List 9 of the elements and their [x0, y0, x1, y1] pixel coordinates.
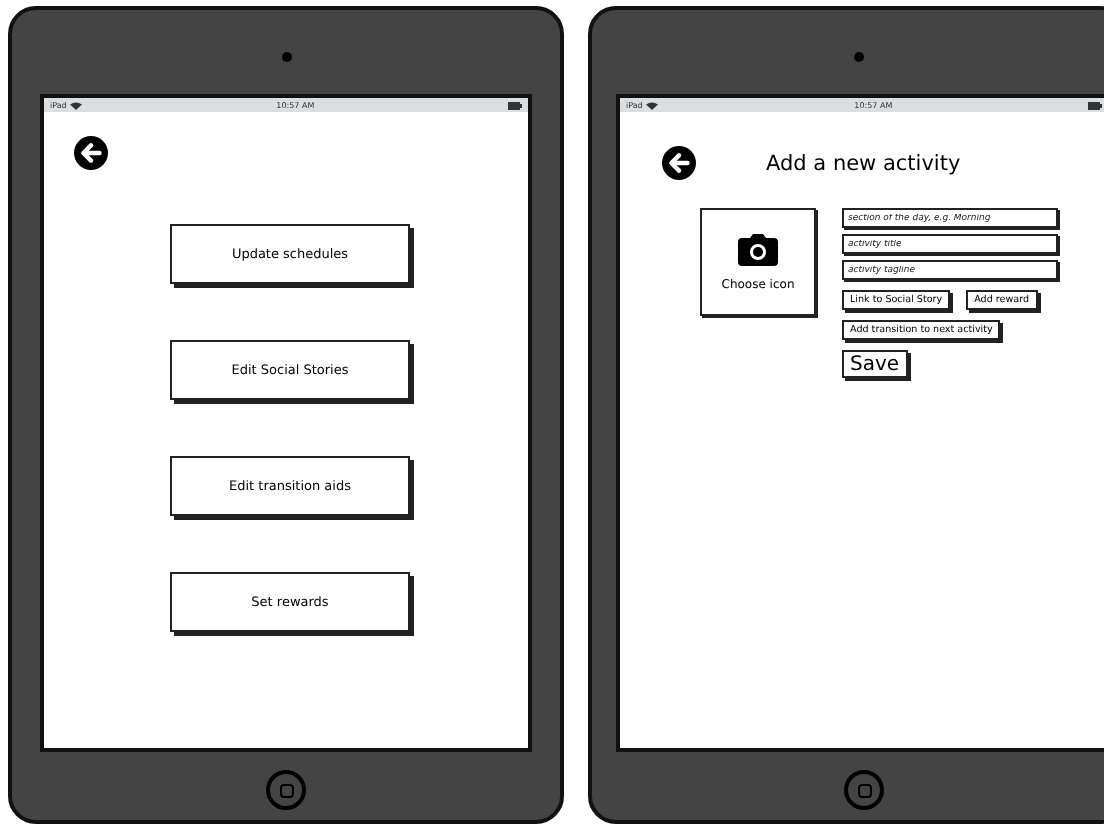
camera-dot — [853, 52, 863, 62]
battery-icon — [1088, 101, 1102, 109]
battery-icon — [508, 101, 522, 109]
wifi-icon — [646, 101, 659, 109]
save-button[interactable]: Save — [842, 350, 908, 378]
camera-dot — [281, 52, 291, 62]
wifi-icon — [70, 101, 83, 109]
screen-title: Add a new activity — [766, 151, 961, 175]
camera-icon — [738, 233, 778, 265]
